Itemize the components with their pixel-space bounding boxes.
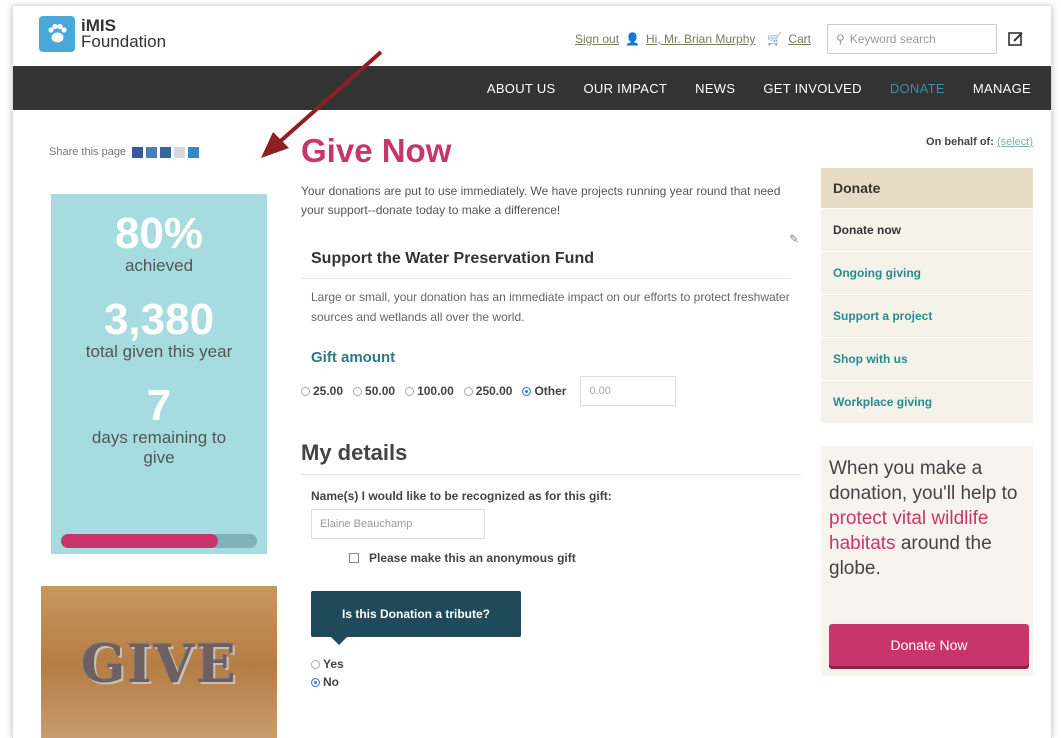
anonymous-option[interactable]: Please make this an anonymous gift (349, 551, 811, 565)
radio-100[interactable] (405, 386, 415, 396)
share-bar: Share this page (49, 146, 200, 158)
behalf-label: On behalf of: (926, 136, 994, 148)
radio-250[interactable] (463, 386, 473, 396)
nav-manage[interactable]: MANAGE (973, 81, 1031, 96)
radio-50[interactable] (353, 386, 363, 396)
share-label: Share this page (49, 146, 127, 158)
sidenav-item-workplace-giving[interactable]: Workplace giving (821, 380, 1033, 423)
radio-25[interactable] (301, 386, 310, 396)
percent-label: achieved (124, 256, 194, 275)
linkedin-icon[interactable] (146, 146, 158, 158)
amount-label-250: 250.00 (475, 384, 513, 398)
nav-donate[interactable]: DONATE (890, 81, 945, 96)
total-given: 3,380 (103, 295, 215, 344)
sidenav-item-shop[interactable]: Shop with us (821, 337, 1033, 380)
anonymous-label: Please make this an anonymous gift (369, 551, 576, 565)
gift-amount-options: 25.00 50.00 100.00 250.00 Other 0.00 (301, 376, 811, 406)
main-content: Give Now Your donations are put to use i… (301, 132, 811, 693)
donate-now-button[interactable]: Donate Now (829, 624, 1029, 666)
progress-fill (61, 534, 218, 548)
on-behalf-of: On behalf of: (select) (926, 136, 1033, 148)
give-image: GIVE (41, 586, 277, 738)
intro-text: Your donations are put to use immediatel… (301, 184, 781, 217)
sidenav-item-support-project[interactable]: Support a project (821, 294, 1033, 337)
gift-amount-label: Gift amount (311, 349, 396, 366)
greeting-link[interactable]: Hi, Mr. Brian Murphy (646, 32, 755, 46)
amount-option-25[interactable]: 25.00 (301, 384, 343, 398)
total-label: total given this year (85, 342, 233, 361)
amount-option-50[interactable]: 50.00 (353, 384, 395, 398)
nav-our-impact[interactable]: OUR IMPACT (583, 81, 667, 96)
tribute-no[interactable]: No (311, 675, 811, 689)
pencil-icon[interactable]: ✎ (789, 232, 799, 246)
promo-text-1: When you make a donation, you'll help to (829, 458, 1018, 504)
header: iMIS Foundation Sign out 👤 Hi, Mr. Brian… (13, 6, 1051, 66)
nav-about-us[interactable]: ABOUT US (487, 81, 556, 96)
sidenav-item-donate-now[interactable]: Donate now (821, 208, 1033, 251)
search-input[interactable]: ⚲ Keyword search (827, 24, 997, 54)
utility-links: Sign out 👤 Hi, Mr. Brian Murphy 🛒 Cart ⚲… (569, 24, 1031, 54)
fund-description: Large or small, your donation has an imm… (311, 290, 790, 324)
my-details-heading: My details (301, 440, 801, 475)
linkedin-share-icon[interactable] (160, 146, 172, 158)
browser-frame: iMIS Foundation Sign out 👤 Hi, Mr. Brian… (12, 6, 1052, 738)
search-icon: ⚲ (836, 32, 845, 46)
tribute-callout: Is this Donation a tribute? (311, 591, 521, 645)
amount-label-25: 25.00 (313, 384, 344, 398)
no-label: No (323, 675, 339, 689)
days-remaining: 7 (146, 381, 172, 430)
days-label: days remaining to give (91, 428, 227, 467)
yes-label: Yes (323, 657, 344, 671)
main-nav: ABOUT US OUR IMPACT NEWS GET INVOLVED DO… (13, 66, 1051, 110)
tribute-yes[interactable]: Yes (311, 657, 811, 671)
name-label: Name(s) I would like to be recognized as… (311, 489, 612, 503)
nav-get-involved[interactable]: GET INVOLVED (763, 81, 861, 96)
other-amount-input[interactable]: 0.00 (580, 376, 677, 406)
anonymous-checkbox[interactable] (349, 553, 359, 563)
cart-icon[interactable]: 🛒 (767, 32, 782, 46)
sidenav-item-ongoing-giving[interactable]: Ongoing giving (821, 251, 1033, 294)
paw-icon (39, 16, 75, 52)
campaign-stats: 80% achieved 3,380 total given this year… (51, 194, 267, 554)
email-icon[interactable] (174, 146, 186, 158)
sidenav-heading: Donate (821, 168, 1033, 208)
radio-no[interactable] (311, 677, 320, 687)
user-icon: 👤 (625, 32, 641, 46)
signout-link[interactable]: Sign out (575, 32, 619, 46)
more-share-icon[interactable] (188, 146, 200, 158)
amount-option-other[interactable]: Other (522, 384, 566, 398)
radio-other[interactable] (522, 386, 532, 396)
facebook-icon[interactable] (132, 146, 144, 158)
radio-yes[interactable] (311, 659, 320, 669)
behalf-select-link[interactable]: (select) (997, 136, 1033, 148)
fund-title: Support the Water Preservation Fund (301, 250, 791, 279)
logo[interactable]: iMIS Foundation (39, 16, 166, 52)
amount-option-100[interactable]: 100.00 (405, 384, 454, 398)
page-title: Give Now (301, 132, 452, 169)
amount-label-50: 50.00 (365, 384, 396, 398)
cart-link[interactable]: Cart (788, 32, 811, 46)
search-placeholder: Keyword search (849, 32, 936, 46)
donate-sidenav: Donate Donate now Ongoing giving Support… (821, 168, 1033, 423)
progress-bar (61, 534, 257, 548)
amount-option-250[interactable]: 250.00 (463, 384, 513, 398)
tribute-options: Yes No (311, 657, 811, 689)
amount-label-100: 100.00 (417, 384, 454, 398)
percent-achieved: 80% (114, 209, 204, 258)
amount-label-other: Other (534, 384, 567, 398)
give-letters: GIVE (81, 634, 238, 695)
brand-subname: Foundation (81, 32, 167, 51)
edit-icon[interactable] (1001, 24, 1031, 54)
name-input[interactable]: Elaine Beauchamp (311, 509, 485, 539)
nav-news[interactable]: NEWS (695, 81, 735, 96)
